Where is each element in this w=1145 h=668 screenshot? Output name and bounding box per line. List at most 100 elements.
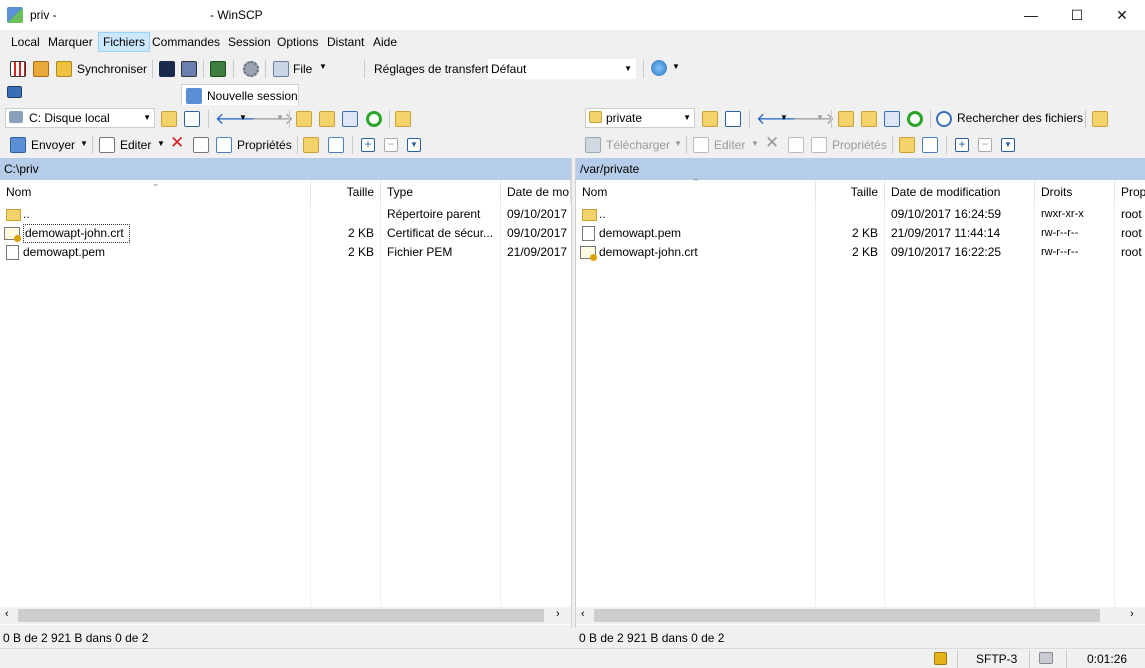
chevron-down-icon[interactable]: ▼ — [319, 62, 327, 71]
remote-col-rights[interactable]: Droits — [1035, 180, 1115, 204]
local-drive-select[interactable]: C: Disque local ▼ — [5, 108, 155, 128]
winscp-app-icon[interactable] — [7, 7, 23, 23]
parent-dir-icon[interactable] — [296, 111, 312, 127]
filter-select-icon[interactable]: ▼ — [407, 138, 421, 152]
properties-button[interactable]: Propriétés — [832, 138, 887, 152]
parent-dir-icon[interactable] — [838, 111, 854, 127]
gear-icon[interactable] — [243, 61, 259, 77]
chevron-down-icon[interactable]: ▼ — [674, 139, 682, 148]
menu-distant[interactable]: Distant — [322, 32, 369, 52]
chevron-down-icon[interactable]: ▼ — [239, 113, 247, 122]
synchronize-button[interactable]: Synchroniser — [77, 62, 147, 76]
table-row[interactable]: demowapt-john.crt 2 KB Certificat de séc… — [0, 224, 571, 243]
synchronize-icon[interactable] — [56, 61, 72, 77]
local-col-size[interactable]: Taille — [311, 180, 381, 204]
file-queue-button[interactable]: File — [293, 62, 312, 76]
remote-path-bar[interactable]: /var/private — [576, 158, 1145, 180]
chevron-down-icon[interactable]: ▼ — [816, 113, 824, 122]
session-tab-new[interactable]: Nouvelle session — [181, 84, 299, 105]
select-plus-icon[interactable]: + — [955, 138, 969, 152]
chevron-down-icon[interactable]: ▼ — [157, 139, 165, 148]
globe-sync-icon[interactable] — [651, 60, 667, 76]
scroll-thumb[interactable] — [594, 609, 1100, 622]
putty-icon[interactable] — [181, 61, 197, 77]
remote-dir-select[interactable]: private ▼ — [585, 108, 695, 128]
local-col-date[interactable]: Date de mo — [501, 180, 571, 204]
terminal-icon[interactable] — [159, 61, 175, 77]
lock-icon[interactable] — [934, 652, 947, 665]
tree-view-icon[interactable] — [1092, 111, 1108, 127]
remote-col-date[interactable]: Date de modification — [885, 180, 1035, 204]
scroll-left-icon[interactable]: ‹ — [581, 608, 585, 620]
table-row[interactable]: demowapt.pem 2 KB 21/09/2017 11:44:14 rw… — [576, 224, 1145, 243]
scroll-left-icon[interactable]: ‹ — [5, 608, 9, 620]
download-button[interactable]: Télécharger — [606, 138, 670, 152]
table-row[interactable]: demowapt-john.crt 2 KB 09/10/2017 16:22:… — [576, 243, 1145, 262]
new-file-icon[interactable] — [922, 137, 938, 153]
menu-marquer[interactable]: Marquer — [43, 32, 98, 52]
upload-button[interactable]: Envoyer — [31, 138, 75, 152]
select-minus-icon[interactable]: − — [384, 138, 398, 152]
filter-icon[interactable] — [184, 111, 200, 127]
find-files-button[interactable]: Rechercher des fichiers — [957, 111, 1083, 125]
select-minus-icon[interactable]: − — [978, 138, 992, 152]
local-path-bar[interactable]: C:\priv — [0, 158, 571, 180]
remote-col-owner[interactable]: Prop — [1115, 180, 1145, 204]
network-icon[interactable] — [1039, 652, 1053, 664]
root-dir-icon[interactable] — [319, 111, 335, 127]
table-row[interactable]: demowapt.pem 2 KB Fichier PEM 21/09/2017 — [0, 243, 571, 262]
filter-select-icon[interactable]: ▼ — [1001, 138, 1015, 152]
local-horizontal-scrollbar[interactable]: ‹ › — [0, 607, 571, 624]
refresh-icon[interactable] — [907, 111, 923, 127]
forward-arrow-icon[interactable]: 🡒 — [792, 108, 835, 129]
remote-horizontal-scrollbar[interactable]: ‹ › — [576, 607, 1145, 624]
refresh-remote-icon[interactable] — [210, 61, 226, 77]
chevron-down-icon[interactable]: ▼ — [672, 62, 680, 71]
table-row[interactable]: .. Répertoire parent 09/10/2017 — [0, 205, 571, 224]
remote-col-size[interactable]: Taille — [816, 180, 885, 204]
chevron-down-icon[interactable]: ▼ — [751, 139, 759, 148]
rename-icon[interactable] — [193, 137, 209, 153]
edit-button[interactable]: Editer — [714, 138, 745, 152]
refresh-icon[interactable] — [366, 111, 382, 127]
menu-options[interactable]: Options — [272, 32, 323, 52]
properties-button[interactable]: Propriétés — [237, 138, 292, 152]
close-button[interactable]: ✕ — [1099, 0, 1145, 30]
filter-icon[interactable] — [725, 111, 741, 127]
table-row[interactable]: .. 09/10/2017 16:24:59 rwxr-xr-x root — [576, 205, 1145, 224]
scroll-right-icon[interactable]: › — [556, 608, 560, 620]
rename-icon[interactable] — [788, 137, 804, 153]
menu-local[interactable]: Local — [6, 32, 45, 52]
tree-view-icon[interactable] — [395, 111, 411, 127]
home-icon[interactable] — [342, 111, 358, 127]
queue-file-icon[interactable] — [273, 61, 289, 77]
chevron-down-icon[interactable]: ▼ — [276, 113, 284, 122]
chevron-down-icon[interactable]: ▼ — [780, 113, 788, 122]
minimize-button[interactable]: — — [1008, 0, 1054, 30]
scroll-thumb[interactable] — [18, 609, 544, 622]
new-folder-icon[interactable] — [303, 137, 319, 153]
menu-commandes[interactable]: Commandes — [147, 32, 225, 52]
home-icon[interactable] — [884, 111, 900, 127]
select-plus-icon[interactable]: + — [361, 138, 375, 152]
sync-browse-icon[interactable] — [33, 61, 49, 77]
maximize-button[interactable]: ☐ — [1054, 0, 1100, 30]
open-folder-icon[interactable] — [702, 111, 718, 127]
new-folder-icon[interactable] — [899, 137, 915, 153]
compare-dirs-icon[interactable] — [10, 61, 26, 77]
chevron-down-icon[interactable]: ▼ — [80, 139, 88, 148]
menu-session[interactable]: Session — [223, 32, 276, 52]
delete-icon[interactable]: ✕ — [765, 133, 779, 153]
delete-icon[interactable]: ✕ — [170, 133, 184, 153]
forward-arrow-icon[interactable]: 🡒 — [251, 108, 294, 129]
new-file-icon[interactable] — [328, 137, 344, 153]
monitor-icon[interactable] — [7, 86, 22, 98]
transfer-settings-select[interactable]: Défaut ▼ — [488, 59, 636, 79]
scroll-right-icon[interactable]: › — [1130, 608, 1134, 620]
menu-aide[interactable]: Aide — [368, 32, 402, 52]
menu-fichiers[interactable]: Fichiers — [98, 32, 151, 52]
open-folder-icon[interactable] — [161, 111, 177, 127]
edit-button[interactable]: Editer — [120, 138, 151, 152]
root-dir-icon[interactable] — [861, 111, 877, 127]
local-col-type[interactable]: Type — [381, 180, 501, 204]
